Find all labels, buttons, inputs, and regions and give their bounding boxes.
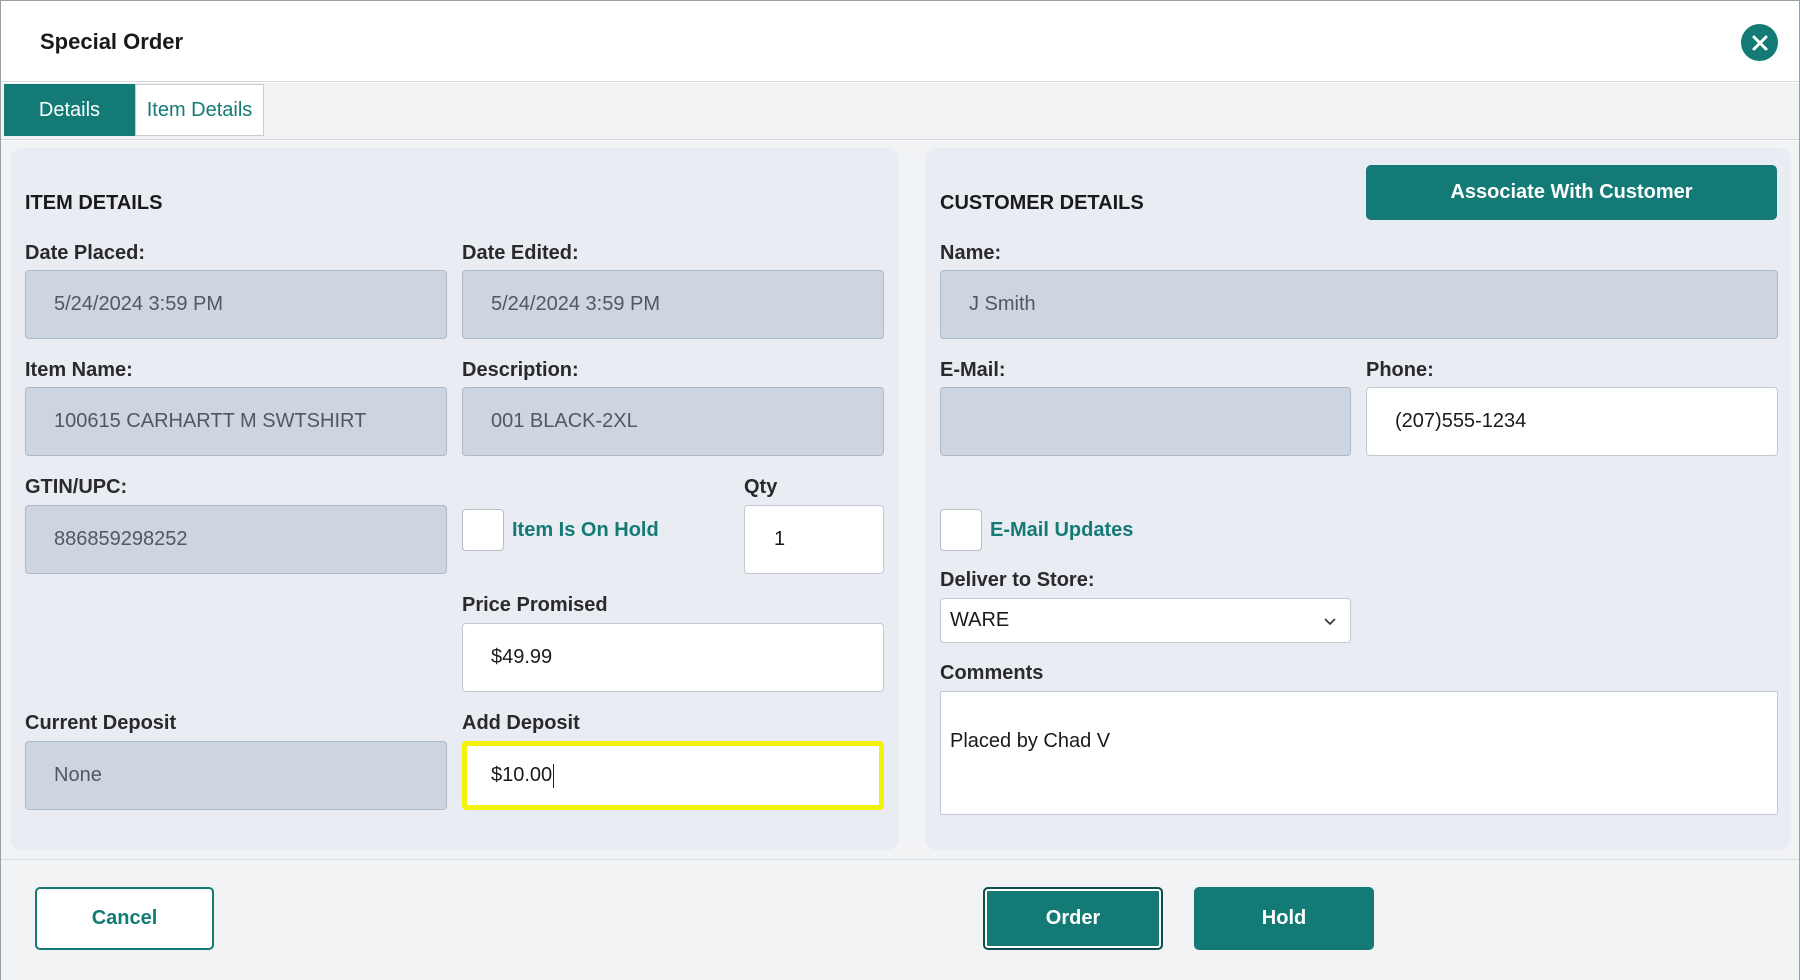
email-label: E-Mail: [940,359,1006,381]
item-name-field: 100615 CARHARTT M SWTSHIRT [25,387,447,456]
price-promised-input[interactable]: $49.99 [462,623,884,692]
add-deposit-label: Add Deposit [462,712,580,734]
date-placed-label: Date Placed: [25,242,146,264]
order-button[interactable]: Order [983,887,1163,950]
gtin-field: 886859298252 [25,505,447,574]
item-name-label: Item Name: [25,359,133,381]
customer-details-heading: CUSTOMER DETAILS [940,192,1144,214]
special-order-dialog: Special Order Details Item Details ITEM … [0,0,1800,980]
comments-label: Comments [940,662,1044,684]
deliver-to-store-select[interactable]: WARE [940,598,1351,643]
item-details-panel: ITEM DETAILS Date Placed: 5/24/2024 3:59… [10,148,899,850]
comments-textarea[interactable]: Placed by Chad V [940,691,1778,815]
deliver-to-store-label: Deliver to Store: [940,569,1095,591]
text-caret [553,763,555,788]
email-updates-label[interactable]: E-Mail Updates [990,519,1133,542]
dialog-title: Special Order [40,29,184,54]
dialog-content: ITEM DETAILS Date Placed: 5/24/2024 3:59… [1,141,1799,859]
customer-name-field: J Smith [940,270,1778,339]
price-promised-label: Price Promised [462,594,608,616]
tab-item-details[interactable]: Item Details [135,84,264,136]
current-deposit-label: Current Deposit [25,712,177,734]
gtin-label: GTIN/UPC: [25,476,128,498]
qty-label: Qty [744,476,778,498]
description-label: Description: [462,359,579,381]
item-details-heading: ITEM DETAILS [25,192,163,214]
qty-input[interactable]: 1 [744,505,884,574]
dialog-titlebar: Special Order [1,1,1799,82]
date-placed-field: 5/24/2024 3:59 PM [25,270,447,339]
tab-bar: Details Item Details [1,83,1799,140]
add-deposit-value: $10.00 [491,764,553,786]
deliver-to-store-value: WARE [950,609,1010,631]
close-icon [1752,35,1767,50]
close-button[interactable] [1741,24,1778,61]
cancel-button[interactable]: Cancel [35,887,214,950]
customer-details-panel: CUSTOMER DETAILS Name: J Smith E-Mail: P… [925,148,1791,850]
tab-details[interactable]: Details [4,84,135,136]
item-on-hold-label[interactable]: Item Is On Hold [512,519,659,542]
dialog-footer: Cancel Order Hold [1,859,1799,980]
phone-input[interactable]: (207)555-1234 [1366,387,1778,456]
phone-label: Phone: [1366,359,1434,381]
add-deposit-input[interactable]: $10.00 [462,741,884,810]
associate-with-customer-button[interactable]: Associate With Customer [1366,165,1777,220]
current-deposit-field: None [25,741,447,810]
email-field [940,387,1351,456]
hold-button[interactable]: Hold [1194,887,1374,950]
customer-name-label: Name: [940,242,1002,264]
date-edited-field: 5/24/2024 3:59 PM [462,270,884,339]
date-edited-label: Date Edited: [462,242,579,264]
description-field: 001 BLACK-2XL [462,387,884,456]
email-updates-checkbox[interactable] [940,509,982,551]
chevron-down-icon [1324,618,1336,626]
item-on-hold-checkbox[interactable] [462,509,504,551]
